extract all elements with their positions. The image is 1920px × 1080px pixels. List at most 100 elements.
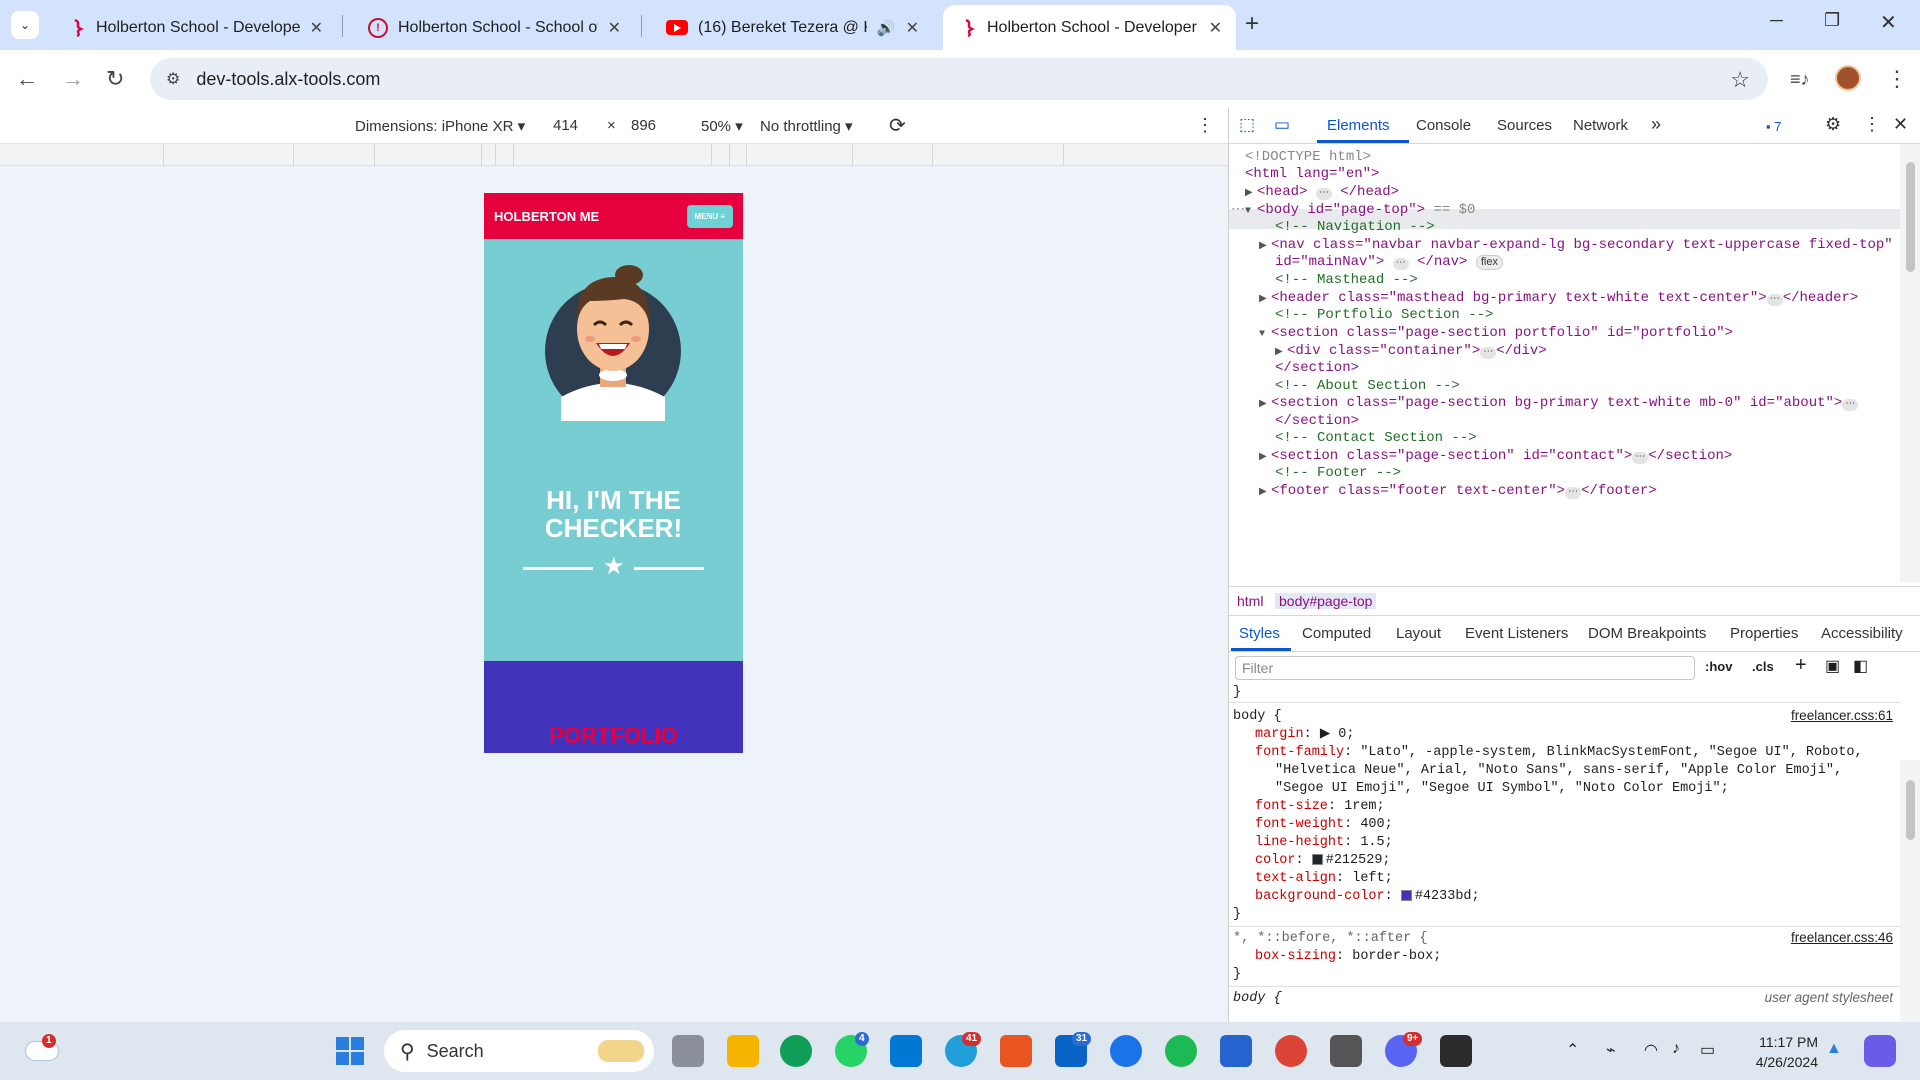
dom-comment[interactable]: <!-- Masthead --> bbox=[1275, 271, 1418, 289]
more-menu-icon[interactable]: ⋮ bbox=[1886, 67, 1908, 91]
close-tab-icon[interactable]: ✕ bbox=[906, 18, 919, 38]
new-tab-button[interactable]: + bbox=[1245, 11, 1259, 37]
bookmark-star-icon[interactable]: ☆ bbox=[1730, 67, 1750, 93]
todo-icon[interactable] bbox=[1220, 1035, 1252, 1067]
sidebar-toggle-icon[interactable]: ◧ bbox=[1853, 656, 1868, 676]
rotate-icon[interactable]: ⟳ bbox=[889, 113, 906, 138]
tray-overflow-icon[interactable]: ⌃ bbox=[1566, 1040, 1579, 1060]
styles-scrollbar[interactable] bbox=[1900, 760, 1920, 1022]
styles-scrollbar-thumb[interactable] bbox=[1906, 780, 1915, 840]
issues-counter[interactable]: ▪ 7 bbox=[1766, 119, 1781, 134]
copilot-icon[interactable] bbox=[1864, 1035, 1896, 1067]
css-prop[interactable]: text-align: left; bbox=[1255, 870, 1393, 888]
ubuntu-icon[interactable] bbox=[1000, 1035, 1032, 1067]
minimize-button[interactable]: ─ bbox=[1770, 10, 1783, 31]
dom-node[interactable]: </section> bbox=[1275, 359, 1359, 377]
dom-comment[interactable]: <!-- Navigation --> bbox=[1275, 218, 1435, 236]
css-prop[interactable]: line-height: 1.5; bbox=[1255, 834, 1393, 852]
edge-icon[interactable] bbox=[780, 1035, 812, 1067]
rule-selector[interactable]: body { bbox=[1233, 990, 1282, 1008]
tab-4-active[interactable]: Holberton School - Developer ✕ bbox=[943, 5, 1236, 50]
spotify-icon[interactable] bbox=[1165, 1035, 1197, 1067]
site-settings-icon[interactable]: ⚙ bbox=[166, 69, 180, 89]
css-prop[interactable]: margin: ▶ 0; bbox=[1255, 726, 1355, 744]
settings-gear-icon[interactable]: ⚙ bbox=[1825, 114, 1841, 135]
app-a-icon[interactable] bbox=[1110, 1035, 1142, 1067]
app-font-icon[interactable] bbox=[1330, 1035, 1362, 1067]
tab-2[interactable]: ! Holberton School - School of C ✕ bbox=[350, 5, 635, 50]
flex-badge[interactable]: flex bbox=[1475, 255, 1503, 270]
cls-button[interactable]: .cls bbox=[1752, 659, 1774, 674]
more-tabs-button[interactable]: » bbox=[1651, 114, 1661, 135]
tab-network[interactable]: Network bbox=[1573, 117, 1628, 134]
close-window-button[interactable]: ✕ bbox=[1880, 10, 1897, 35]
rule-selector[interactable]: *, *::before, *::after { bbox=[1233, 930, 1427, 948]
profile-avatar[interactable] bbox=[1835, 65, 1861, 91]
address-bar[interactable]: ⚙ dev-tools.alx-tools.com ☆ bbox=[150, 58, 1768, 100]
breadcrumb-html[interactable]: html bbox=[1237, 593, 1263, 609]
css-prop[interactable]: color: #212529; bbox=[1255, 852, 1391, 870]
css-prop[interactable]: font-weight: 400; bbox=[1255, 816, 1393, 834]
rule-source-link[interactable]: freelancer.css:61 bbox=[1791, 708, 1893, 723]
color-swatch[interactable] bbox=[1311, 853, 1323, 865]
dom-node[interactable]: </section> bbox=[1275, 412, 1359, 430]
start-button[interactable] bbox=[335, 1036, 365, 1066]
dom-comment[interactable]: <!-- Footer --> bbox=[1275, 464, 1401, 482]
throttling-select[interactable]: No throttling ▾ bbox=[760, 117, 853, 135]
reload-icon[interactable]: ↻ bbox=[106, 67, 124, 91]
dom-scrollbar[interactable] bbox=[1900, 144, 1920, 582]
taskbar-search[interactable]: ⚲ Search bbox=[384, 1030, 654, 1072]
dom-node-nav-cont[interactable]: id="mainNav"> ⋯ </nav> flex bbox=[1275, 253, 1503, 271]
device-toggle-icon[interactable]: ▭ bbox=[1274, 115, 1290, 135]
tab-dom-breakpoints[interactable]: DOM Breakpoints bbox=[1588, 625, 1706, 642]
rule-selector[interactable]: body { bbox=[1233, 708, 1282, 726]
tab-sources[interactable]: Sources bbox=[1497, 117, 1552, 134]
css-prop[interactable]: font-size: 1rem; bbox=[1255, 798, 1385, 816]
close-tab-icon[interactable]: ✕ bbox=[310, 18, 323, 38]
color-swatch[interactable] bbox=[1400, 889, 1412, 901]
terminal-icon[interactable] bbox=[1440, 1035, 1472, 1067]
inspect-element-icon[interactable]: ⬚ bbox=[1239, 115, 1255, 135]
hov-button[interactable]: :hov bbox=[1705, 659, 1732, 674]
dom-node-about[interactable]: ▶ <section class="page-section bg-primary… bbox=[1259, 394, 1859, 414]
tab-1[interactable]: Holberton School - Developer ✕ bbox=[52, 5, 337, 50]
menu-button[interactable]: MENU ≡ bbox=[686, 204, 733, 228]
chrome-icon[interactable] bbox=[1275, 1035, 1307, 1067]
dom-node-head[interactable]: ▶ <head> ⋯ </head> bbox=[1245, 183, 1399, 203]
battery-icon[interactable]: ▭ bbox=[1700, 1040, 1715, 1060]
notification-bell-icon[interactable]: ▲ bbox=[1826, 1040, 1842, 1058]
file-explorer-icon[interactable] bbox=[727, 1035, 759, 1067]
tab-styles[interactable]: Styles bbox=[1239, 625, 1280, 642]
dom-node[interactable]: <html lang="en"> bbox=[1245, 165, 1379, 183]
add-rule-icon[interactable]: + bbox=[1795, 654, 1807, 677]
weather-widget[interactable]: 1 bbox=[26, 1034, 60, 1064]
styles-filter-input[interactable]: Filter bbox=[1235, 656, 1695, 680]
network-off-icon[interactable]: ⌁ bbox=[1606, 1040, 1616, 1060]
wifi-icon[interactable]: ◠ bbox=[1644, 1040, 1658, 1060]
dom-node-footer[interactable]: ▶ <footer class="footer text-center"> ⋯ </f… bbox=[1259, 482, 1657, 502]
restore-button[interactable]: ❐ bbox=[1824, 10, 1840, 31]
tab-console[interactable]: Console bbox=[1416, 117, 1471, 134]
tab-3[interactable]: (16) Bereket Tezera @ King 🔊 ✕ bbox=[648, 5, 933, 50]
close-tab-icon[interactable]: ✕ bbox=[608, 18, 621, 38]
zoom-select[interactable]: 50% ▾ bbox=[701, 117, 743, 135]
back-arrow-icon[interactable]: ← bbox=[16, 67, 38, 91]
dom-comment[interactable]: <!-- Portfolio Section --> bbox=[1275, 306, 1493, 324]
media-control-icon[interactable]: ≡♪ bbox=[1790, 67, 1810, 91]
site-brand[interactable]: HOLBERTON ME bbox=[494, 209, 599, 224]
tab-search-button[interactable]: ⌄ bbox=[11, 11, 39, 39]
device-more-icon[interactable]: ⋮ bbox=[1196, 115, 1214, 136]
device-dimensions-select[interactable]: Dimensions: iPhone XR ▾ bbox=[355, 117, 525, 135]
device-height-input[interactable]: 896 bbox=[631, 117, 656, 134]
breadcrumb-body[interactable]: body#page-top bbox=[1275, 593, 1377, 609]
device-width-input[interactable]: 414 bbox=[553, 117, 578, 134]
speaker-icon[interactable]: 🔊 bbox=[877, 19, 896, 37]
tab-event-listeners[interactable]: Event Listeners bbox=[1465, 625, 1568, 642]
tab-computed[interactable]: Computed bbox=[1302, 625, 1371, 642]
tab-elements[interactable]: Elements bbox=[1327, 117, 1390, 134]
dom-scrollbar-thumb[interactable] bbox=[1906, 162, 1915, 272]
forward-arrow-icon[interactable]: → bbox=[62, 67, 84, 91]
tab-layout[interactable]: Layout bbox=[1396, 625, 1441, 642]
volume-icon[interactable]: ♪ bbox=[1672, 1040, 1680, 1058]
dom-comment[interactable]: <!-- Contact Section --> bbox=[1275, 429, 1477, 447]
